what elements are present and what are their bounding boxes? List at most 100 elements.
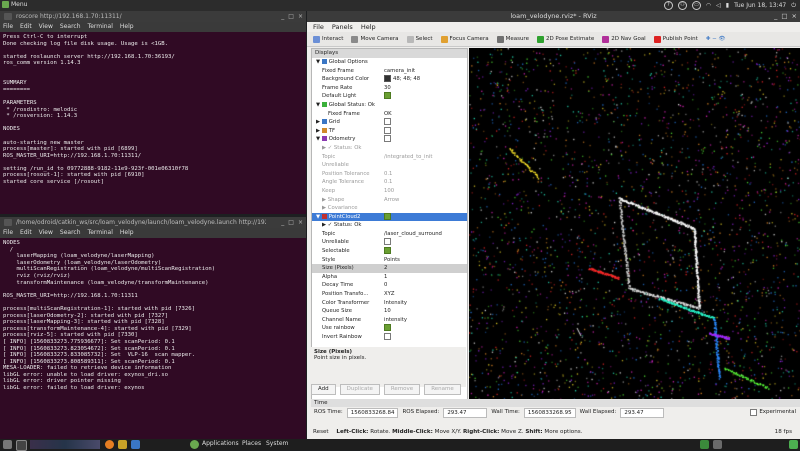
terminal-output[interactable]: Press Ctrl-C to interrupt Done checking l… <box>0 32 306 188</box>
display-row[interactable]: ▶ Covariance <box>312 204 467 213</box>
display-row[interactable]: Topic/laser_cloud_surround <box>312 230 467 239</box>
display-row[interactable]: ▼ Global Status: Ok <box>312 101 467 110</box>
menu-help[interactable]: Help <box>361 22 376 32</box>
display-row[interactable]: Decay Time 0 <box>312 281 467 290</box>
menu-terminal[interactable]: Terminal <box>88 22 113 32</box>
toolbar-extra-icons[interactable]: ✚ − 👁 <box>706 36 726 42</box>
display-row[interactable]: Invert Rainbow <box>312 333 467 342</box>
remove-button[interactable]: Remove <box>383 384 421 395</box>
menu-search[interactable]: Search <box>60 228 81 238</box>
menu-view[interactable]: View <box>39 22 53 32</box>
terminal-output[interactable]: NODES / laserMapping (loam_velodyne/lase… <box>0 238 306 394</box>
display-row[interactable]: ▼ Odometry <box>312 135 467 144</box>
display-row[interactable]: Color Transformer Intensity <box>312 299 467 308</box>
display-row[interactable]: Unreliable <box>312 161 467 170</box>
tool-interact[interactable]: Interact <box>313 35 343 43</box>
clock[interactable]: Tue Jun 18, 13:47 <box>734 2 786 9</box>
property-value[interactable]: camera_init <box>384 68 415 74</box>
menu-panels[interactable]: Panels <box>332 22 353 32</box>
battery-icon[interactable]: ▮ <box>726 2 729 9</box>
display-row[interactable]: Keep 100 <box>312 187 467 196</box>
display-row[interactable]: Use rainbow <box>312 324 467 333</box>
tool-focus-camera[interactable]: Focus Camera <box>440 35 489 43</box>
window-task-1-icon[interactable] <box>700 440 709 449</box>
display-row[interactable]: Fixed Frame camera_init <box>312 67 467 76</box>
display-row[interactable]: ▶ ✓ Status: Ok <box>312 144 467 153</box>
property-value[interactable]: Arrow <box>384 197 399 203</box>
browser-task-icon[interactable] <box>105 440 114 449</box>
close-icon[interactable]: × <box>792 11 797 22</box>
display-row[interactable]: ▼ PointCloud2 <box>312 212 467 222</box>
property-value[interactable]: 48; 48; 48 <box>393 76 420 82</box>
display-row[interactable]: Default Light <box>312 92 467 101</box>
maximize-icon[interactable]: □ <box>781 11 787 22</box>
menu-edit[interactable]: Edit <box>20 228 32 238</box>
close-icon[interactable]: × <box>298 11 303 22</box>
display-row[interactable]: Position Transfo... XYZ <box>312 290 467 299</box>
menu-file[interactable]: File <box>3 228 13 238</box>
menu-help[interactable]: Help <box>120 228 134 238</box>
display-row[interactable]: Frame Rate 30 <box>312 84 467 93</box>
display-row[interactable]: Queue Size 10 <box>312 307 467 316</box>
menu-file[interactable]: File <box>3 22 13 32</box>
property-value[interactable]: 2 <box>384 265 387 271</box>
display-row[interactable]: Background Color 48; 48; 48 <box>312 75 467 84</box>
reset-button[interactable]: Reset <box>313 429 329 435</box>
property-value[interactable]: 10 <box>384 308 391 314</box>
maximize-icon[interactable]: □ <box>288 11 294 22</box>
tool-select[interactable]: Select <box>406 35 433 43</box>
terminal-task-icon[interactable] <box>16 440 27 451</box>
property-value[interactable]: /laser_cloud_surround <box>384 231 442 237</box>
property-value[interactable]: /integrated_to_init <box>384 154 432 160</box>
tool-pose-estimate[interactable]: 2D Pose Estimate <box>536 35 594 43</box>
close-icon[interactable]: × <box>298 217 303 228</box>
display-row[interactable]: Alpha 1 <box>312 273 467 282</box>
system-menu[interactable]: System <box>266 440 288 447</box>
workspace-thumbnail[interactable] <box>30 440 100 449</box>
experimental-checkbox[interactable] <box>750 409 758 416</box>
add-button[interactable]: Add <box>311 384 336 395</box>
user-icon[interactable]: ⚇ <box>677 1 687 10</box>
displays-tree[interactable]: ▼ Global Options Fixed Frame camera_init Ba… <box>312 58 467 342</box>
display-row[interactable]: Unreliable <box>312 238 467 247</box>
minimize-icon[interactable]: _ <box>281 217 284 228</box>
places-menu[interactable]: Places <box>242 440 261 447</box>
tool-measure[interactable]: Measure <box>496 35 529 43</box>
property-checkbox[interactable] <box>384 118 391 126</box>
property-value[interactable]: 30 <box>384 85 391 91</box>
property-checkbox[interactable] <box>384 92 391 100</box>
point-cloud-render[interactable] <box>469 48 800 405</box>
menu-search[interactable]: Search <box>60 22 81 32</box>
menu-help[interactable]: Help <box>120 22 134 32</box>
menu-edit[interactable]: Edit <box>20 22 32 32</box>
property-value[interactable]: 0.1 <box>384 171 392 177</box>
display-row[interactable]: Style Points <box>312 256 467 265</box>
main-menu-button[interactable]: Menu <box>2 1 27 8</box>
color-swatch[interactable] <box>384 75 391 83</box>
display-row[interactable]: Size (Pixels) 2 <box>312 264 467 273</box>
display-row[interactable]: Selectable <box>312 247 467 256</box>
help-icon[interactable]: ? <box>663 1 673 10</box>
display-row[interactable]: ▶ Grid <box>312 118 467 127</box>
property-value[interactable]: XYZ <box>384 291 395 297</box>
minimize-icon[interactable]: _ <box>774 11 777 22</box>
window-task-2-icon[interactable] <box>713 440 722 449</box>
display-row[interactable]: Topic/integrated_to_init <box>312 153 467 162</box>
property-value[interactable]: OK <box>384 111 392 117</box>
3d-viewport[interactable] <box>469 48 800 405</box>
menu-view[interactable]: View <box>39 228 53 238</box>
window-task-3-icon[interactable] <box>789 440 798 449</box>
maximize-icon[interactable]: □ <box>288 217 294 228</box>
display-row[interactable]: Channel Name intensity <box>312 316 467 325</box>
duplicate-button[interactable]: Duplicate <box>339 384 380 395</box>
display-row[interactable]: ▶ TF <box>312 126 467 136</box>
display-row[interactable]: ▶ ✓ Status: Ok <box>312 221 467 230</box>
property-value[interactable]: 0.1 <box>384 179 392 185</box>
property-checkbox[interactable] <box>384 135 391 143</box>
rename-button[interactable]: Rename <box>424 384 461 395</box>
property-checkbox[interactable] <box>384 238 391 246</box>
property-value[interactable]: Points <box>384 257 400 263</box>
property-value[interactable]: intensity <box>384 317 407 323</box>
property-value[interactable]: 100 <box>384 188 394 194</box>
property-checkbox[interactable] <box>384 126 391 134</box>
